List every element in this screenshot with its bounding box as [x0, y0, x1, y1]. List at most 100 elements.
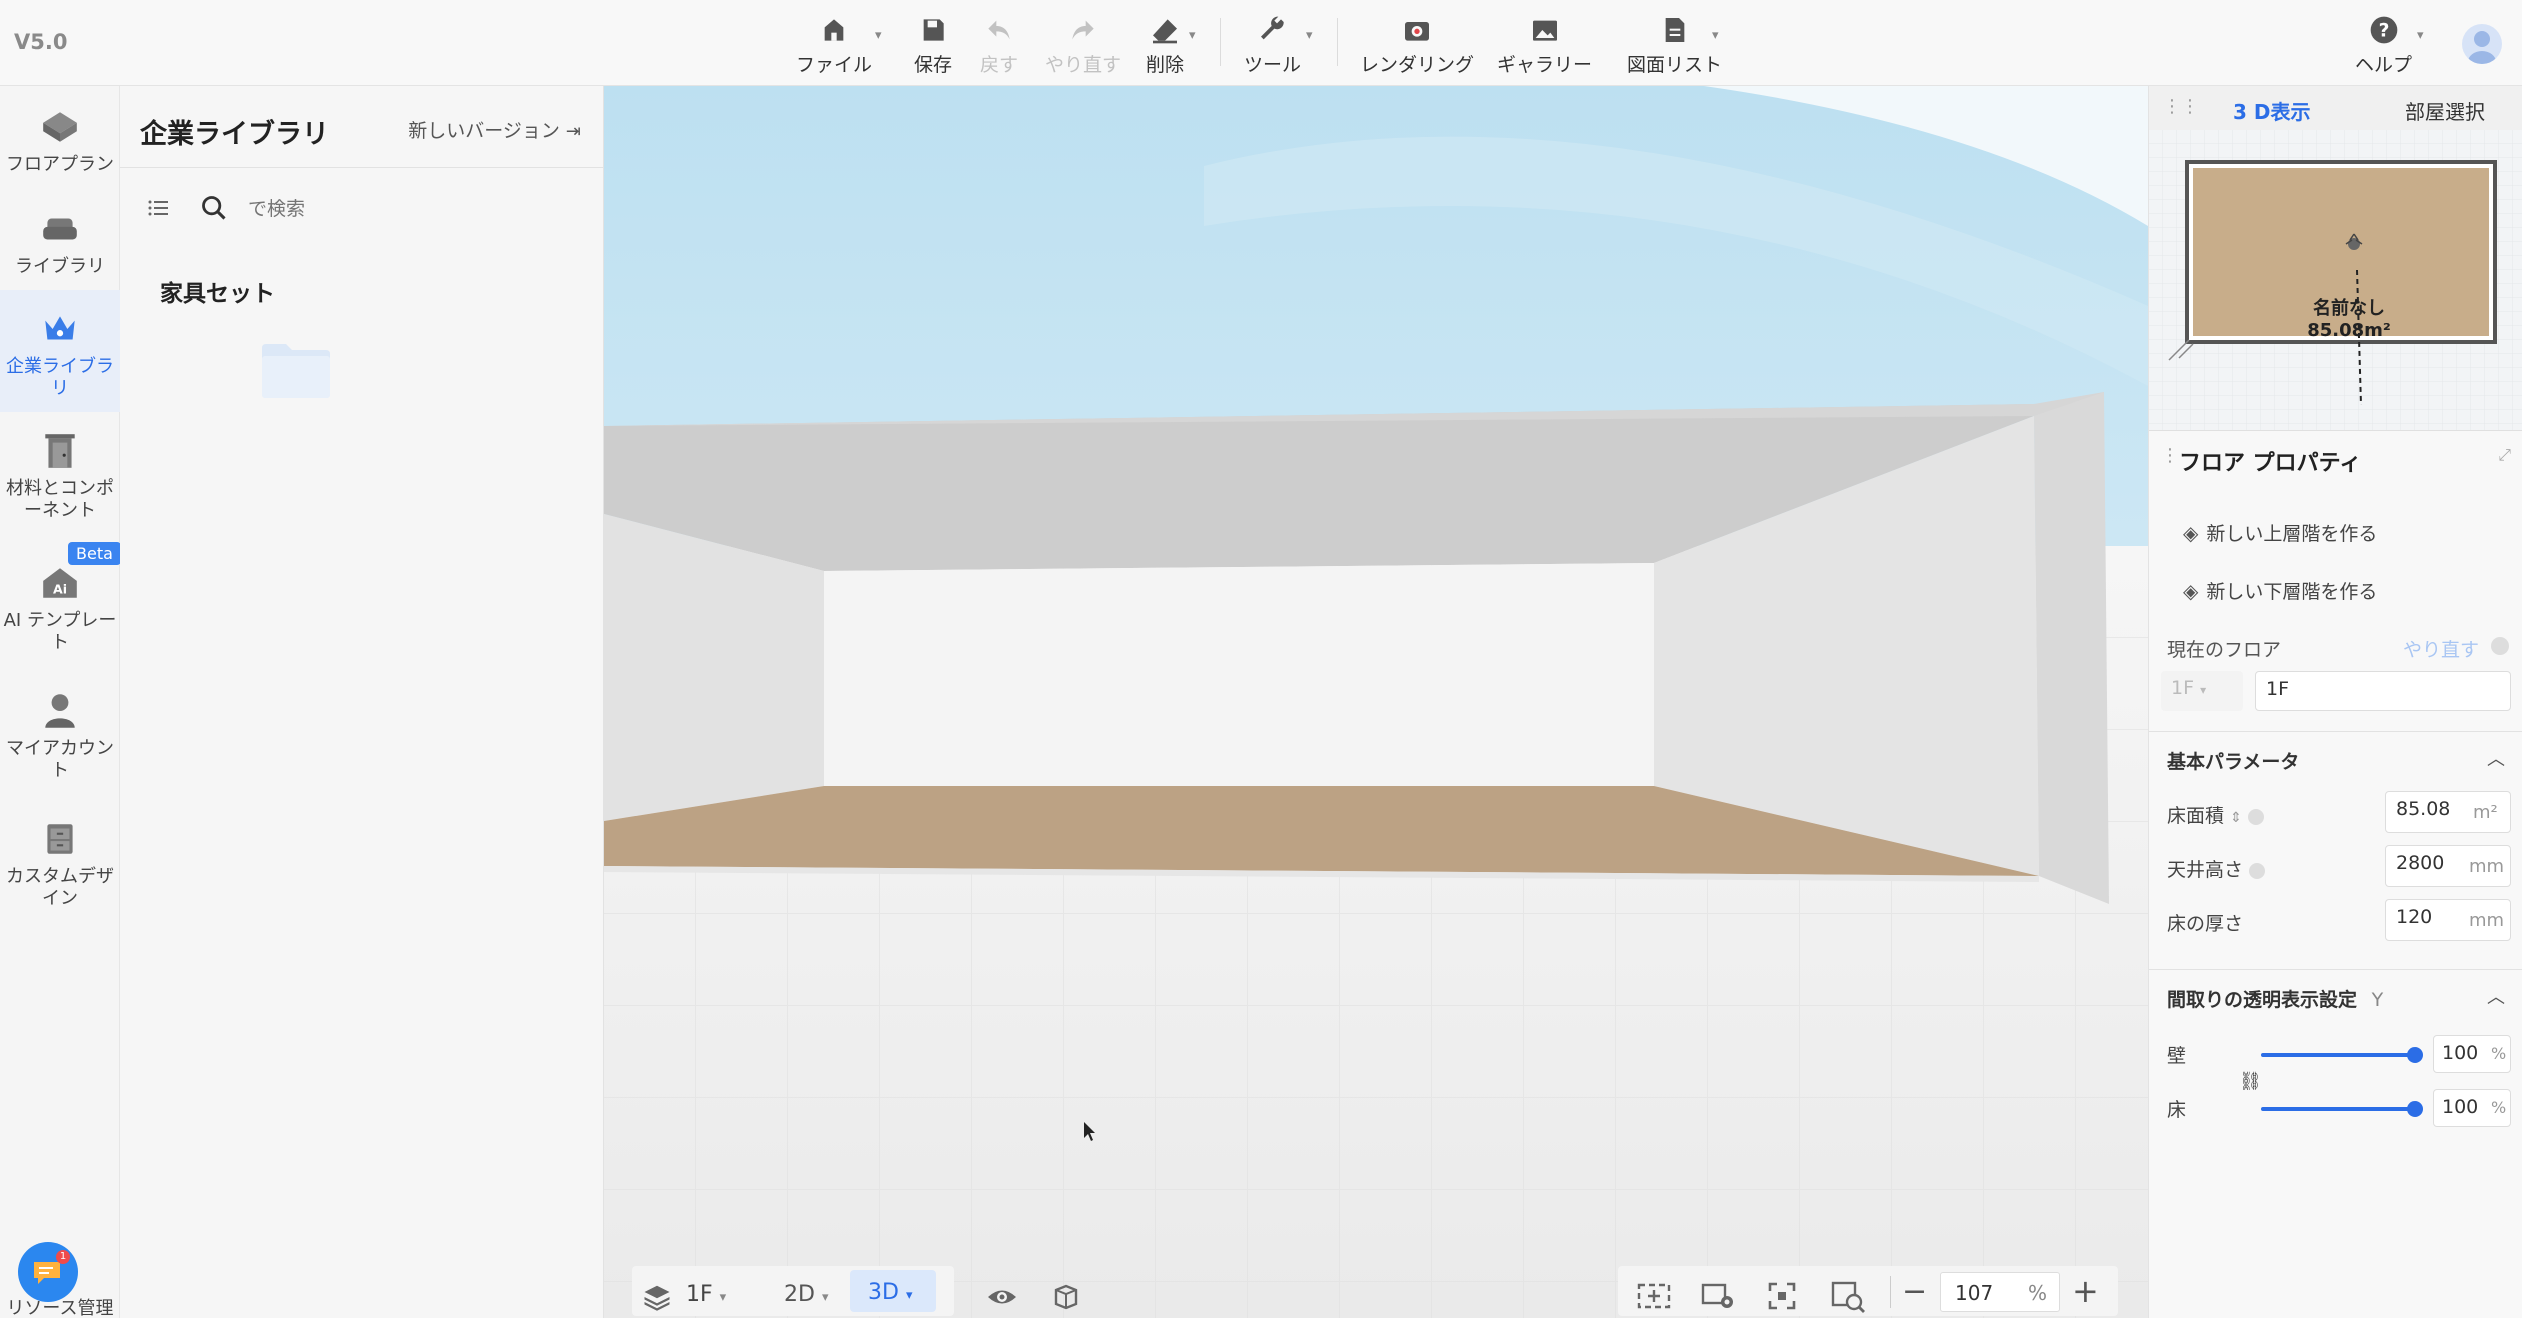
file-button[interactable]: ファイル	[796, 14, 872, 77]
gallery-button[interactable]: ギャラリー	[1497, 14, 1592, 77]
user-avatar[interactable]	[2462, 24, 2502, 64]
user-icon	[2468, 31, 2496, 64]
toolbar-divider	[1220, 18, 1221, 66]
focus-icon[interactable]	[1766, 1280, 1798, 1312]
help-icon: ?	[2370, 16, 2397, 44]
redo-button[interactable]: やり直す	[1045, 14, 1121, 77]
library-search-input[interactable]	[248, 198, 568, 220]
current-floor-label: 現在のフロア	[2167, 639, 2282, 661]
person-icon	[45, 694, 75, 728]
properties-title: フロア プロパティ	[2179, 451, 2362, 476]
resource-chat-button[interactable]: 1	[18, 1242, 78, 1302]
floor-opacity-slider[interactable]	[2261, 1107, 2421, 1111]
collapse-icon[interactable]: ︿	[2487, 745, 2505, 771]
expand-icon[interactable]: ⤢	[2498, 445, 2511, 465]
wall-slider-knob[interactable]	[2407, 1047, 2423, 1063]
document-icon	[1665, 18, 1684, 42]
wall-opacity-slider[interactable]	[2261, 1053, 2421, 1057]
tab-room-select[interactable]: 部屋選択	[2405, 96, 2485, 125]
zoom-in-button[interactable]: +	[2072, 1272, 2099, 1310]
nav-resource-label: リソース管理	[6, 1298, 114, 1318]
zoom-region-icon[interactable]	[1830, 1280, 1866, 1314]
ai-house-icon: Ai	[43, 568, 77, 598]
chat-icon	[34, 1262, 60, 1284]
folder-icon	[262, 344, 330, 398]
svg-text:?: ?	[2378, 21, 2389, 42]
door-icon	[45, 434, 75, 468]
gallery-icon	[1532, 20, 1557, 41]
new-version-link[interactable]: 新しいバージョン ⇥	[408, 116, 581, 143]
view-settings-icon[interactable]	[1700, 1280, 1736, 1312]
eraser-icon	[1153, 19, 1177, 44]
floor-slider-knob[interactable]	[2407, 1101, 2423, 1117]
new-upper-floor-button[interactable]: ◈ 新しい上層階を作る	[2183, 519, 2377, 546]
zoom-divider	[1890, 1276, 1891, 1308]
mode-3d-button[interactable]: 3D ▾	[850, 1270, 936, 1312]
drag-handle-icon[interactable]: ⋮	[2161, 445, 2179, 466]
nav-library[interactable]: ライブラリ	[0, 208, 120, 278]
floor-label: 床	[2167, 1099, 2187, 1121]
wrench-icon	[1260, 16, 1284, 40]
minimap[interactable]: 名前なし 85.08m²	[2149, 130, 2522, 430]
library-header: 企業ライブラリ 新しいバージョン ⇥	[120, 86, 603, 168]
drawings-caret-icon[interactable]: ▾	[1712, 28, 1719, 43]
undo-button[interactable]: 戻す	[980, 14, 1018, 77]
floor-name-input[interactable]: 1F	[2255, 671, 2511, 711]
notification-badge: 1	[56, 1250, 70, 1264]
divider	[2149, 731, 2522, 732]
drawings-list-button[interactable]: 図面リスト	[1627, 14, 1722, 77]
info-icon	[2247, 808, 2264, 825]
eye-icon[interactable]	[986, 1284, 1018, 1310]
3d-viewport[interactable]	[604, 86, 2148, 1318]
nav-custom-design[interactable]: カスタムデザイン	[0, 818, 120, 910]
cube-view-icon[interactable]	[1050, 1282, 1080, 1312]
help-button[interactable]: ? ヘルプ	[2355, 14, 2412, 77]
basic-params-header[interactable]: 基本パラメータ	[2167, 747, 2299, 774]
delete-button[interactable]: 削除	[1146, 14, 1184, 77]
nav-materials[interactable]: 材料とコンポーネント	[0, 430, 120, 522]
link-icon[interactable]: ⛓	[2239, 1071, 2262, 1092]
cabinet-icon	[47, 824, 73, 854]
toolbar-divider	[1337, 18, 1338, 66]
left-nav-rail: フロアプラン ライブラリ 企業ライブラリ 材料とコンポーネント Beta Ai …	[0, 86, 121, 1318]
nav-enterprise-library[interactable]: 企業ライブラリ	[0, 290, 120, 412]
wall-pct: %	[2491, 1044, 2507, 1063]
transparency-header[interactable]: 間取りの透明表示設定 Y	[2167, 985, 2383, 1012]
tab-3d-view[interactable]: 3 D表示	[2233, 96, 2310, 125]
save-button[interactable]: 保存	[914, 14, 952, 77]
wall-label: 壁	[2167, 1045, 2187, 1067]
layers-icon[interactable]	[642, 1282, 672, 1312]
minimap-plan	[2149, 130, 2522, 430]
delete-caret-icon[interactable]: ▾	[1189, 28, 1196, 43]
fit-view-icon[interactable]	[1636, 1280, 1672, 1312]
drag-handle-icon[interactable]: ⋮⋮	[2163, 96, 2199, 117]
divider	[2149, 969, 2522, 970]
minimap-tabs: ⋮⋮ 3 D表示 部屋選択	[2149, 86, 2522, 130]
list-icon[interactable]	[146, 196, 170, 220]
tools-caret-icon[interactable]: ▾	[1306, 28, 1313, 43]
nav-floorplan[interactable]: フロアプラン	[0, 106, 120, 176]
sofa-icon	[43, 218, 77, 240]
floor-selector[interactable]: 1F ▾	[686, 1282, 726, 1307]
zoom-field[interactable]: 107 %	[1940, 1272, 2060, 1312]
help-caret-icon[interactable]: ▾	[2417, 28, 2424, 43]
tools-button[interactable]: ツール	[1244, 14, 1301, 77]
file-caret-icon[interactable]: ▾	[875, 28, 882, 43]
floor-select[interactable]: 1F ▾	[2161, 671, 2243, 711]
app-root: V5.0 ファイル ▾ 保存 戻す やり直す 削除 ▾ ツール ▾ レンダリング…	[0, 0, 2522, 1318]
library-title: 企業ライブラリ	[140, 119, 329, 150]
mode-2d-button[interactable]: 2D ▾	[784, 1282, 828, 1307]
render-button[interactable]: レンダリング	[1360, 14, 1474, 77]
search-icon[interactable]	[200, 194, 228, 222]
new-lower-floor-button[interactable]: ◈ 新しい下層階を作る	[2183, 577, 2377, 604]
version-label: V5.0	[14, 30, 68, 54]
redo-link[interactable]: やり直す	[2403, 635, 2479, 662]
ceiling-unit: mm	[2469, 856, 2505, 877]
floor-area-label: 床面積 ⇕	[2167, 801, 2264, 828]
nav-my-account[interactable]: マイアカウント	[0, 690, 120, 782]
collapse-icon[interactable]: ︿	[2487, 983, 2505, 1009]
area-unit: m²	[2473, 802, 2498, 823]
zoom-out-button[interactable]: −	[1902, 1274, 1927, 1309]
nav-ai-template[interactable]: Ai AI テンプレート	[0, 562, 120, 654]
folder-item[interactable]	[260, 340, 332, 400]
